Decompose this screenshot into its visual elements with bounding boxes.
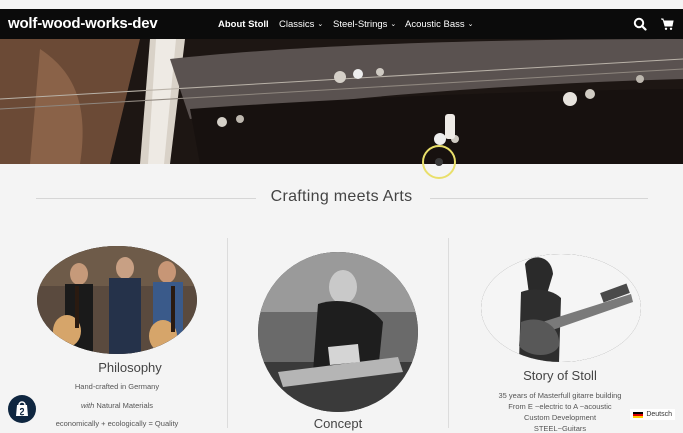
language-label: Deutsch	[646, 411, 672, 418]
card-line: STEEL~Guitars	[533, 424, 587, 433]
top-navbar: wolf-wood-works-dev About Stoll Classics…	[0, 9, 683, 39]
nav-label: Steel-Strings	[333, 19, 388, 30]
card-line: economically + ecologically = Quality	[55, 419, 179, 428]
nav-label: About Stoll	[218, 19, 269, 30]
column-divider	[227, 238, 228, 428]
site-title[interactable]: wolf-wood-works-dev	[8, 15, 158, 32]
nav-item-classics[interactable]: Classics ⌄	[279, 19, 323, 30]
card-title-story-of-stoll[interactable]: Story of Stoll	[460, 368, 660, 383]
card-line-text: Natural Materials	[96, 401, 154, 410]
guitar-closeup-illustration	[0, 39, 683, 164]
german-flag-icon	[633, 411, 644, 418]
story-of-stoll-photo[interactable]	[481, 254, 641, 362]
philosophy-photo[interactable]	[37, 246, 197, 354]
heading-rule-right	[430, 198, 648, 199]
card-line: Hand-crafted in Germany	[74, 382, 160, 391]
nav-item-about-stoll[interactable]: About Stoll	[218, 19, 269, 30]
nav-label: Acoustic Bass	[405, 19, 465, 30]
hero-image	[0, 39, 683, 164]
language-selector[interactable]: Deutsch	[630, 409, 675, 420]
nav-label: Classics	[279, 19, 315, 30]
cart-icon[interactable]	[660, 17, 674, 31]
shopify-badge[interactable]	[8, 395, 36, 423]
card-line-emphasis: with	[80, 401, 95, 410]
card-title-concept[interactable]: Concept	[238, 416, 438, 431]
section-heading: Crafting meets Arts	[270, 188, 413, 205]
card-line: 35 years of Masterfull gitarre building	[498, 391, 622, 400]
card-title-philosophy[interactable]: Philosophy	[30, 360, 230, 375]
card-line: with Natural Materials	[17, 401, 217, 410]
chevron-down-icon: ⌄	[390, 21, 397, 28]
cursor-highlight-ring	[422, 145, 456, 179]
nav-item-steel-strings[interactable]: Steel-Strings ⌄	[333, 19, 396, 30]
column-divider	[448, 238, 449, 428]
search-icon[interactable]	[633, 17, 647, 31]
chevron-down-icon: ⌄	[467, 21, 474, 28]
nav-item-acoustic-bass[interactable]: Acoustic Bass ⌄	[405, 19, 474, 30]
concept-photo[interactable]	[258, 252, 418, 412]
shopping-bag-icon	[16, 401, 28, 416]
chevron-down-icon: ⌄	[317, 21, 324, 28]
